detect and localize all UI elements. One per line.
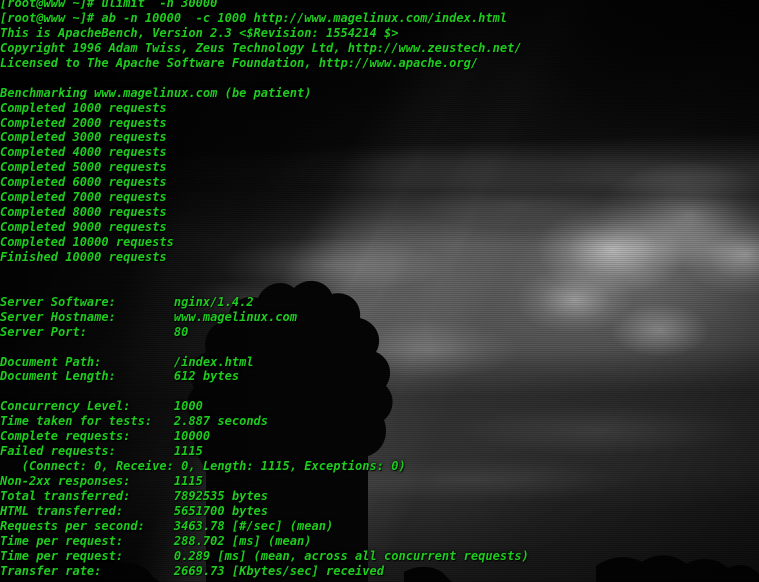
terminal-line: Requests per second: 3463.78 [#/sec] (me… — [0, 518, 334, 533]
terminal-line: Completed 3000 requests — [0, 130, 167, 145]
terminal-line: Time per request: 288.702 [ms] (mean) — [0, 533, 312, 548]
terminal-output[interactable]: [root@www ~]# ulimit -n 30000 [root@www ~… — [0, 0, 759, 578]
terminal-line: Copyright 1996 Adam Twiss, Zeus Technolo… — [0, 40, 522, 55]
terminal-line: Completed 5000 requests — [0, 160, 167, 175]
terminal-line: Concurrency Level: 1000 — [0, 399, 203, 414]
terminal-line: Document Length: 612 bytes — [0, 369, 240, 384]
terminal-line: Complete requests: 10000 — [0, 429, 211, 444]
terminal-line: Completed 6000 requests — [0, 175, 167, 190]
terminal-line: Server Hostname: www.magelinux.com — [0, 309, 298, 324]
terminal-line: Completed 10000 requests — [0, 235, 174, 249]
terminal-line: [root@www ~]# ulimit -n 30000 — [0, 0, 218, 10]
terminal-line: Completed 4000 requests — [0, 145, 167, 160]
terminal-line: Completed 9000 requests — [0, 220, 167, 235]
terminal-line: Completed 1000 requests — [0, 100, 167, 115]
terminal-line: [root@www ~]# ab -n 10000 -c 1000 http:/… — [0, 10, 508, 25]
terminal-line: Document Path: /index.html — [0, 354, 254, 369]
terminal-line: Completed 2000 requests — [0, 115, 167, 130]
terminal-line: Benchmarking www.magelinux.com (be patie… — [0, 85, 312, 100]
terminal-line: Failed requests: 1115 — [0, 444, 203, 459]
terminal-line: Completed 8000 requests — [0, 205, 167, 220]
terminal-line: Finished 10000 requests — [0, 249, 167, 264]
terminal-line: Licensed to The Apache Software Foundati… — [0, 55, 479, 70]
terminal-line: Server Port: 80 — [0, 324, 189, 339]
terminal-line: Server Software: nginx/1.4.2 — [0, 294, 254, 309]
terminal-line: (Connect: 0, Receive: 0, Length: 1115, E… — [0, 459, 406, 474]
terminal-line: Completed 7000 requests — [0, 190, 167, 205]
terminal-window[interactable]: [root@www ~]# ulimit -n 30000 [root@www ~… — [0, 0, 759, 582]
terminal-line: HTML transferred: 5651700 bytes — [0, 503, 269, 518]
terminal-line: Non-2xx responses: 1115 — [0, 474, 203, 488]
terminal-line: This is ApacheBench, Version 2.3 <$Revis… — [0, 25, 399, 40]
terminal-line: Transfer rate: 2669.73 [Kbytes/sec] rece… — [0, 563, 384, 578]
terminal-line: Time taken for tests: 2.887 seconds — [0, 414, 269, 429]
terminal-line: Time per request: 0.289 [ms] (mean, acro… — [0, 548, 529, 563]
terminal-line: Total transferred: 7892535 bytes — [0, 488, 269, 503]
